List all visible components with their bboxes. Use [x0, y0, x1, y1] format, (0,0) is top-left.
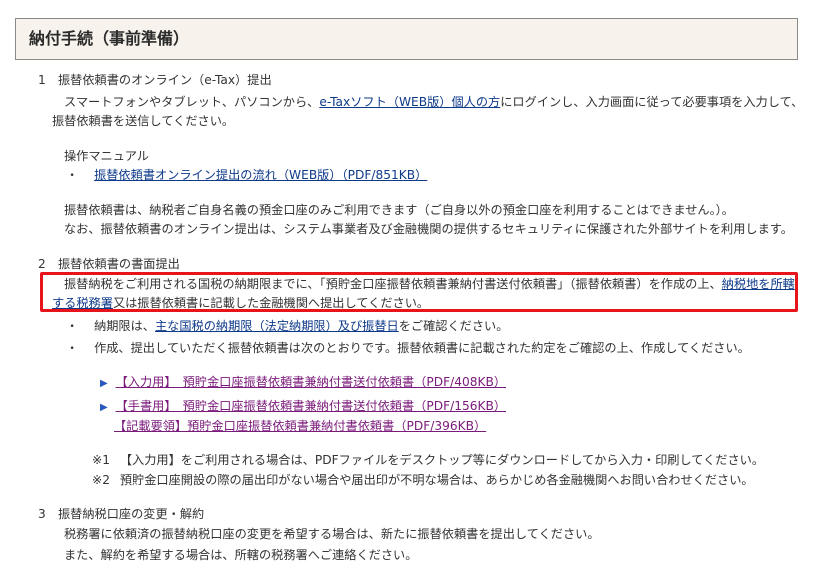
tax-office-link[interactable]: 納税地を所轄 — [722, 277, 795, 291]
triangle-right-icon: ▶ — [100, 402, 108, 413]
tax-office-link-cont[interactable]: する税務署 — [52, 296, 113, 310]
page-title: 納付手続（事前準備） — [29, 29, 190, 48]
bullet-mark: ・ — [66, 341, 79, 355]
manual-pdf-link[interactable]: 振替依頼書オンライン提出の流れ（WEB版）（PDF/851KB） — [94, 168, 427, 182]
triangle-right-icon: ▶ — [100, 378, 108, 389]
manual-label: 操作マニュアル — [64, 149, 149, 163]
doc-input-link[interactable]: 【入力用】 預貯金口座振替依頼書兼納付書送付依頼書（PDF/408KB） — [116, 375, 506, 389]
doc-item-input: ▶ 【入力用】 預貯金口座振替依頼書兼納付書送付依頼書（PDF/408KB） — [100, 374, 506, 392]
page-header: 納付手続（事前準備） — [15, 18, 798, 60]
section1-note2: なお、振替依頼書のオンライン提出は、システム事業者及び金融機関の提供するセキュリ… — [64, 222, 793, 236]
deadline-link[interactable]: 主な国税の納期限（法定納期限）及び振替日 — [155, 319, 399, 333]
bullet-forms: ・ 作成、提出していただく振替依頼書は次のとおりです。振替依頼書に記載された約定… — [66, 341, 750, 355]
section1-note1: 振替依頼書は、納税者ご自身名義の預金口座のみご利用できます（ご自身以外の預金口座… — [64, 203, 734, 217]
section3-heading: 3 振替納税口座の変更・解約 — [38, 507, 205, 521]
manual-item: ・ 振替依頼書オンライン提出の流れ（WEB版）（PDF/851KB） — [66, 167, 427, 184]
section2-heading: 2 振替依頼書の書面提出 — [38, 257, 180, 271]
doc-guide-link[interactable]: 【記載要領】預貯金口座振替依頼書兼納付書依頼書（PDF/396KB） — [114, 419, 486, 433]
highlight-line1: 振替納税をご利用される国税の納期限までに、「預貯金口座振替依頼書兼納付書送付依頼… — [64, 277, 795, 291]
section1-paragraph: スマートフォンやタブレット、パソコンから、e-Taxソフト（WEB版）個人の方に… — [64, 95, 804, 109]
bullet-mark: ・ — [66, 319, 79, 333]
bullet-mark: ・ — [66, 168, 79, 182]
footnote-1: ※1 【入力用】をご利用される場合は、PDFファイルをデスクトップ等にダウンロー… — [92, 453, 765, 467]
section1-paragraph-line2: 振替依頼書を送信してください。 — [52, 114, 235, 128]
highlight-line2: する税務署又は振替依頼書に記載した金融機関へ提出してください。 — [52, 296, 430, 310]
doc-handwrite-link[interactable]: 【手書用】 預貯金口座振替依頼書兼納付書送付依頼書（PDF/156KB） — [116, 399, 506, 413]
etax-web-link[interactable]: e-Taxソフト（WEB版）個人の方 — [319, 95, 500, 109]
section3-line2: また、解約を希望する場合は、所轄の税務署へご連絡ください。 — [64, 548, 418, 562]
footnote-2: ※2 預貯金口座開設の際の届出印がない場合や届出印が不明な場合は、あらかじめ各金… — [92, 473, 754, 487]
doc-item-guide: 【記載要領】預貯金口座振替依頼書兼納付書依頼書（PDF/396KB） — [114, 418, 486, 435]
doc-item-handwrite: ▶ 【手書用】 預貯金口座振替依頼書兼納付書送付依頼書（PDF/156KB） — [100, 398, 506, 416]
bullet-deadline: ・ 納期限は、主な国税の納期限（法定納期限）及び振替日をご確認ください。 — [66, 319, 509, 333]
section1-heading: 1 振替依頼書のオンライン（e-Tax）提出 — [38, 73, 272, 87]
section3-line1: 税務署に依頼済の振替納税口座の変更を希望する場合は、新たに振替依頼書を提出してく… — [64, 527, 600, 541]
